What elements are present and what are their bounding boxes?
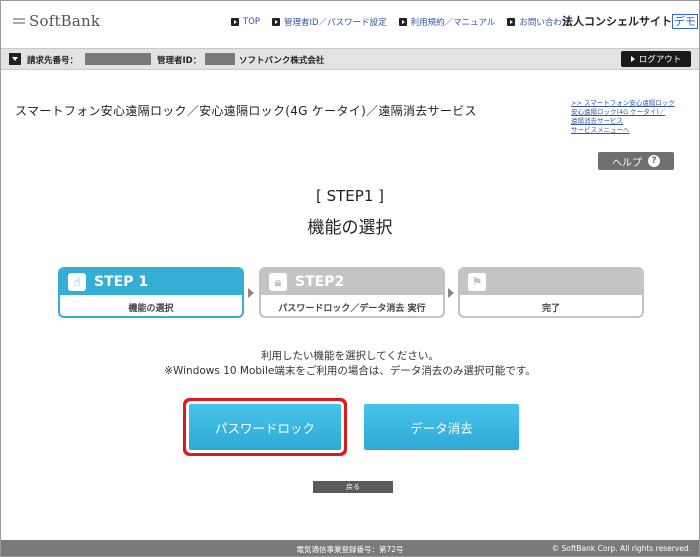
instruction-line-1: 利用したい機能を選択してください。 bbox=[261, 350, 439, 362]
side-link-line[interactable]: 遠隔消去サービス bbox=[571, 117, 681, 126]
step-2-bar: 🔒︎ STEP2 bbox=[261, 269, 443, 295]
arrow-bullet-icon bbox=[398, 18, 407, 26]
question-icon: ? bbox=[648, 155, 660, 167]
password-lock-button[interactable]: パスワードロック bbox=[189, 404, 341, 450]
account-bar: 請求先番号： 管理者ID： ソフトバンク株式会社 ログアウト bbox=[1, 48, 699, 70]
page-title: スマートフォン安心遠隔ロック／安心遠隔ロック(4G ケータイ)／遠隔消去サービス bbox=[15, 104, 477, 118]
header: SoftBank TOP 管理者ID／パスワード設定 利用規約／マニュアル お問… bbox=[1, 1, 699, 43]
lock-icon: 🔒︎ bbox=[269, 273, 287, 291]
back-button[interactable]: 戻る bbox=[313, 481, 393, 493]
nav-label: 利用規約／マニュアル bbox=[410, 18, 496, 28]
nav-admin-id-password-link[interactable]: 管理者ID／パスワード設定 bbox=[272, 16, 387, 28]
step-3-label: 完了 bbox=[541, 304, 560, 314]
data-erase-button[interactable]: データ消去 bbox=[364, 404, 519, 450]
step-2-execute: 🔒︎ STEP2 パスワードロック／データ消去 実行 bbox=[259, 267, 445, 318]
nav-label: TOP bbox=[243, 17, 261, 27]
company-name: ソフトバンク株式会社 bbox=[239, 56, 325, 66]
instructions: 利用したい機能を選択してください。 ※Windows 10 Mobile端末をご… bbox=[1, 349, 699, 379]
checkered-flag-icon: ⚑ bbox=[468, 273, 486, 291]
help-button[interactable]: ヘルプ ? bbox=[598, 152, 674, 170]
site-title: 法人コンシェルサイト デモ bbox=[562, 13, 698, 29]
arrow-bullet-icon bbox=[272, 18, 281, 26]
softbank-logo-mark-icon bbox=[13, 16, 25, 26]
logo-text: SoftBank bbox=[29, 12, 101, 30]
top-nav: TOP 管理者ID／パスワード設定 利用規約／マニュアル お問い合わせ bbox=[231, 16, 570, 28]
step-subheading: 機能の選択 bbox=[307, 218, 393, 238]
side-link-line[interactable]: サービスメニューへ bbox=[571, 126, 681, 135]
logout-button[interactable]: ログアウト bbox=[621, 51, 691, 67]
step-arrow-icon bbox=[448, 288, 454, 298]
help-label: ヘルプ bbox=[612, 157, 642, 169]
demo-badge: デモ bbox=[672, 14, 698, 29]
softbank-logo[interactable]: SoftBank bbox=[13, 12, 100, 30]
nav-contact-link[interactable]: お問い合わせ bbox=[507, 16, 570, 28]
footer: 電気通信事業登録番号：第72号 © SoftBank Corp. All rig… bbox=[1, 540, 699, 556]
step-2-label: パスワードロック／データ消去 実行 bbox=[278, 304, 426, 314]
billing-number-redacted bbox=[85, 53, 151, 65]
admin-id-redacted bbox=[205, 53, 235, 65]
service-menu-link[interactable]: >> スマートフォン安心遠隔ロック 安心遠隔ロック(4G ケータイ)／ 遠隔消去… bbox=[571, 99, 681, 135]
step-1-function-select: ☝ STEP 1 機能の選択 bbox=[58, 267, 244, 318]
step-3-bar: ⚑ bbox=[460, 269, 642, 295]
step-1-bar: ☝ STEP 1 bbox=[60, 269, 242, 295]
instruction-line-2: ※Windows 10 Mobile端末をご利用の場合は、データ消去のみ選択可能… bbox=[164, 365, 536, 377]
site-title-text: 法人コンシェルサイト bbox=[562, 15, 672, 28]
nav-top-link[interactable]: TOP bbox=[231, 16, 260, 28]
admin-id-label: 管理者ID： bbox=[157, 56, 202, 66]
step-2-title: STEP2 bbox=[295, 274, 345, 290]
play-arrow-icon bbox=[630, 56, 635, 62]
side-link-line[interactable]: 安心遠隔ロック(4G ケータイ)／ bbox=[571, 108, 681, 117]
copyright: © SoftBank Corp. All rights reserved. bbox=[551, 544, 691, 553]
nav-terms-manual-link[interactable]: 利用規約／マニュアル bbox=[398, 16, 496, 28]
arrow-bullet-icon bbox=[507, 18, 516, 26]
logout-label: ログアウト bbox=[638, 55, 682, 65]
billing-number-label: 請求先番号： bbox=[27, 56, 79, 66]
step-1-title: STEP 1 bbox=[94, 274, 149, 290]
account-toggle-icon[interactable] bbox=[9, 53, 21, 65]
step-heading: [ STEP1 ] bbox=[316, 187, 384, 205]
nav-label: 管理者ID／パスワード設定 bbox=[284, 18, 387, 28]
step-3-complete: ⚑ 完了 bbox=[458, 267, 644, 318]
step-1-label: 機能の選択 bbox=[128, 304, 174, 314]
hand-pointer-icon: ☝ bbox=[68, 273, 86, 291]
side-link-line[interactable]: >> スマートフォン安心遠隔ロック bbox=[571, 99, 681, 108]
arrow-bullet-icon bbox=[231, 18, 239, 26]
step-arrow-icon bbox=[248, 288, 254, 298]
